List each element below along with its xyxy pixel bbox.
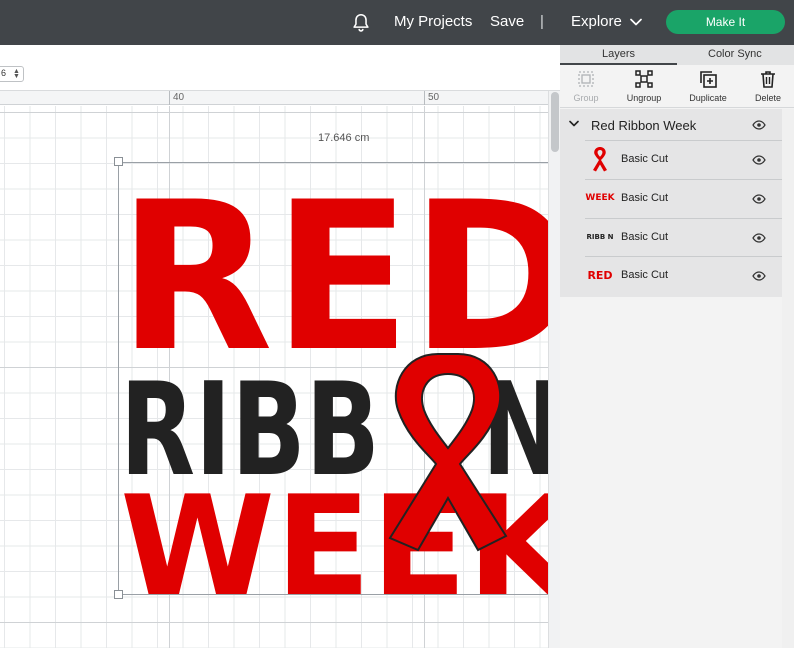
explore-menu[interactable]: Explore — [571, 13, 622, 31]
resize-handle-top-left[interactable] — [114, 157, 123, 166]
canvas-vertical-scrollbar[interactable] — [548, 91, 560, 648]
duplicate-button[interactable]: Duplicate — [684, 69, 732, 103]
layer-group-title[interactable]: Red Ribbon Week — [591, 118, 696, 133]
ruler-tick — [424, 91, 425, 105]
eye-icon[interactable] — [752, 120, 766, 130]
ruler-label-40: 40 — [173, 92, 185, 103]
layers-empty-area — [560, 297, 782, 648]
stepper-arrows-icon[interactable]: ▲ ▼ — [13, 68, 20, 80]
layer-row[interactable]: WEEK Basic Cut — [585, 179, 782, 217]
layers-panel: Layers Color Sync Group Ungroup Duplicat… — [560, 45, 794, 648]
size-stepper[interactable]: 6 ▲ ▼ — [0, 66, 24, 82]
edit-toolbar: 6 ▲ ▼ — [0, 45, 560, 91]
tab-color-sync[interactable]: Color Sync — [708, 48, 762, 60]
layer-name: Basic Cut — [621, 192, 669, 204]
width-dimension-label: 17.646 cm — [318, 132, 370, 144]
layer-actions: Group Ungroup Duplicate Delete — [560, 65, 794, 108]
top-bar: My Projects Save | Explore Make It — [0, 0, 794, 45]
duplicate-label: Duplicate — [689, 93, 727, 103]
delete-button[interactable]: Delete — [748, 69, 788, 103]
ungroup-label: Ungroup — [626, 93, 662, 103]
group-button[interactable]: Group — [566, 69, 606, 103]
layer-name: Basic Cut — [621, 153, 669, 165]
tab-layers[interactable]: Layers — [602, 48, 635, 60]
layer-row[interactable]: RIBB N Basic Cut — [585, 218, 782, 256]
trash-icon — [761, 71, 775, 88]
layer-name: Basic Cut — [621, 269, 669, 281]
layer-row[interactable]: RED Basic Cut — [585, 256, 782, 294]
ungroup-button[interactable]: Ungroup — [620, 69, 668, 103]
thumbnail-text-ribbon: RIBB N — [586, 233, 614, 241]
layer-row[interactable]: Basic Cut — [585, 140, 782, 178]
eye-icon[interactable] — [752, 271, 766, 281]
layer-group-header[interactable]: Red Ribbon Week — [560, 109, 782, 139]
group-label: Group — [573, 93, 599, 103]
save-link[interactable]: Save — [490, 13, 524, 31]
design-canvas[interactable]: 17.646 cm RED RIBB N WEEK — [0, 106, 548, 648]
delete-label: Delete — [754, 93, 781, 103]
group-icon — [578, 71, 594, 87]
panel-scrollbar[interactable] — [782, 109, 794, 648]
duplicate-icon — [700, 71, 717, 88]
ruler-label-50: 50 — [428, 92, 440, 103]
thumbnail-text-week: WEEK — [585, 193, 615, 203]
layer-thumbnail — [585, 145, 615, 173]
my-projects-link[interactable]: My Projects — [394, 13, 472, 31]
chevron-down-icon[interactable] — [569, 120, 579, 128]
ruler-tick — [169, 91, 170, 105]
panel-tabs: Layers Color Sync — [560, 45, 794, 65]
ribbon-icon — [593, 147, 607, 172]
layer-thumbnail: RIBB N — [585, 223, 615, 251]
nav-separator: | — [540, 13, 544, 30]
thumbnail-text-red: RED — [587, 268, 613, 282]
bell-icon[interactable] — [350, 12, 372, 34]
layer-thumbnail: RED — [585, 261, 615, 289]
layer-name: Basic Cut — [621, 231, 669, 243]
eye-icon[interactable] — [752, 155, 766, 165]
layers-list: Red Ribbon Week Basic Cut WEEK Basic Cut… — [560, 109, 782, 297]
chevron-down-icon[interactable] — [629, 15, 643, 29]
eye-icon[interactable] — [752, 194, 766, 204]
layer-thumbnail: WEEK — [585, 184, 615, 212]
horizontal-ruler: 40 50 — [0, 91, 548, 105]
resize-handle-bottom-left[interactable] — [114, 590, 123, 599]
eye-icon[interactable] — [752, 233, 766, 243]
scrollbar-thumb[interactable] — [551, 92, 559, 152]
size-value: 6 — [1, 68, 7, 78]
ungroup-icon — [635, 70, 653, 88]
selection-bounding-box — [118, 162, 548, 595]
make-it-button[interactable]: Make It — [666, 10, 785, 34]
